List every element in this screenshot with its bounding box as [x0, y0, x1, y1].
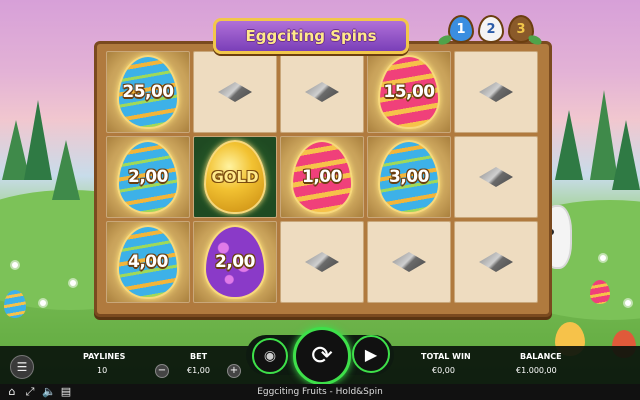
blank-diamond-icon: [479, 82, 513, 102]
refresh-icon: ⟳: [311, 341, 333, 371]
egg-value: 1,00: [302, 167, 342, 187]
reel-cell: 25,00: [106, 51, 190, 133]
decor-egg: [4, 290, 26, 318]
flower: [40, 300, 46, 306]
tree: [52, 140, 80, 200]
bet-label: BET: [190, 352, 208, 361]
footer-bar: ⌂ ⤢ 🔈 ▤ Eggciting Fruits - Hold&Spin: [0, 384, 640, 400]
prize-egg-icon: 2,00: [204, 225, 266, 299]
reel-cell: 2,00: [193, 221, 277, 303]
total-win-label: TOTAL WIN: [421, 352, 471, 361]
reel-cell: [454, 221, 538, 303]
autoplay-button[interactable]: ▶: [352, 335, 390, 373]
balance-label: BALANCE: [520, 352, 562, 361]
flower: [600, 255, 606, 261]
paylines-label: PAYLINES: [83, 352, 126, 361]
reel-cell: GOLD: [193, 136, 277, 218]
blank-diamond-icon: [218, 82, 252, 102]
reel-board: 25,00 15,00 2,00 GOLD 1,00 3,00 4,00 2,00: [94, 41, 552, 317]
play-circle-icon: ▶: [364, 344, 378, 364]
game-title-banner: Eggciting Spins: [213, 18, 409, 54]
prize-egg-icon: 25,00: [117, 55, 179, 129]
prize-egg-icon: 3,00: [378, 140, 440, 214]
egg-value: 25,00: [122, 82, 174, 102]
egg-value: GOLD: [211, 168, 259, 186]
bet-value: €1,00: [187, 366, 210, 375]
balance-value: €1.000,00: [516, 366, 557, 375]
plus-icon: +: [229, 365, 239, 376]
reel-cell: 3,00: [367, 136, 451, 218]
blank-diamond-icon: [479, 167, 513, 187]
flower: [70, 280, 76, 286]
prize-egg-icon: 4,00: [117, 225, 179, 299]
flower: [625, 300, 631, 306]
bet-decrease-button[interactable]: −: [155, 364, 169, 378]
level-2-badge: 2: [478, 15, 504, 43]
egg-value: 3,00: [389, 167, 429, 187]
tree: [24, 100, 52, 180]
flower: [12, 262, 18, 268]
reel-cell: [280, 51, 364, 133]
stake-button[interactable]: ◉: [252, 338, 288, 374]
blank-diamond-icon: [479, 252, 513, 272]
egg-value: 2,00: [215, 252, 255, 272]
blank-diamond-icon: [305, 252, 339, 272]
egg-value: 15,00: [383, 82, 435, 102]
blank-diamond-icon: [305, 82, 339, 102]
reel-cell: [193, 51, 277, 133]
level-indicator: 1 2 3: [448, 15, 534, 43]
reel-cell: [367, 221, 451, 303]
reel-grid: 25,00 15,00 2,00 GOLD 1,00 3,00 4,00 2,00: [106, 51, 538, 303]
menu-button[interactable]: ☰: [10, 355, 34, 379]
reel-cell: [280, 221, 364, 303]
egg-value: 4,00: [128, 252, 168, 272]
decor-egg: [590, 280, 610, 304]
hamburger-icon: ☰: [16, 360, 28, 374]
egg-value: 2,00: [128, 167, 168, 187]
gold-egg-icon: GOLD: [204, 140, 266, 214]
footer-title: Eggciting Fruits - Hold&Spin: [257, 387, 383, 397]
paylines-value: 10: [97, 366, 108, 375]
game-title: Eggciting Spins: [245, 27, 377, 45]
prize-egg-icon: 2,00: [117, 140, 179, 214]
prize-egg-icon: 1,00: [291, 140, 353, 214]
reel-cell: 15,00: [367, 51, 451, 133]
minus-icon: −: [157, 365, 167, 376]
reel-cell: [454, 51, 538, 133]
reel-cell: 4,00: [106, 221, 190, 303]
reel-cell: [454, 136, 538, 218]
reel-cell: 1,00: [280, 136, 364, 218]
reel-cell: 2,00: [106, 136, 190, 218]
bet-increase-button[interactable]: +: [227, 364, 241, 378]
coins-icon: ◉: [263, 348, 277, 364]
total-win-value: €0,00: [432, 366, 455, 375]
spin-button[interactable]: ⟳: [293, 327, 351, 385]
tree: [555, 110, 583, 180]
tree: [612, 120, 640, 190]
level-1-badge: 1: [448, 15, 474, 43]
prize-egg-icon: 15,00: [378, 55, 440, 129]
blank-diamond-icon: [392, 252, 426, 272]
